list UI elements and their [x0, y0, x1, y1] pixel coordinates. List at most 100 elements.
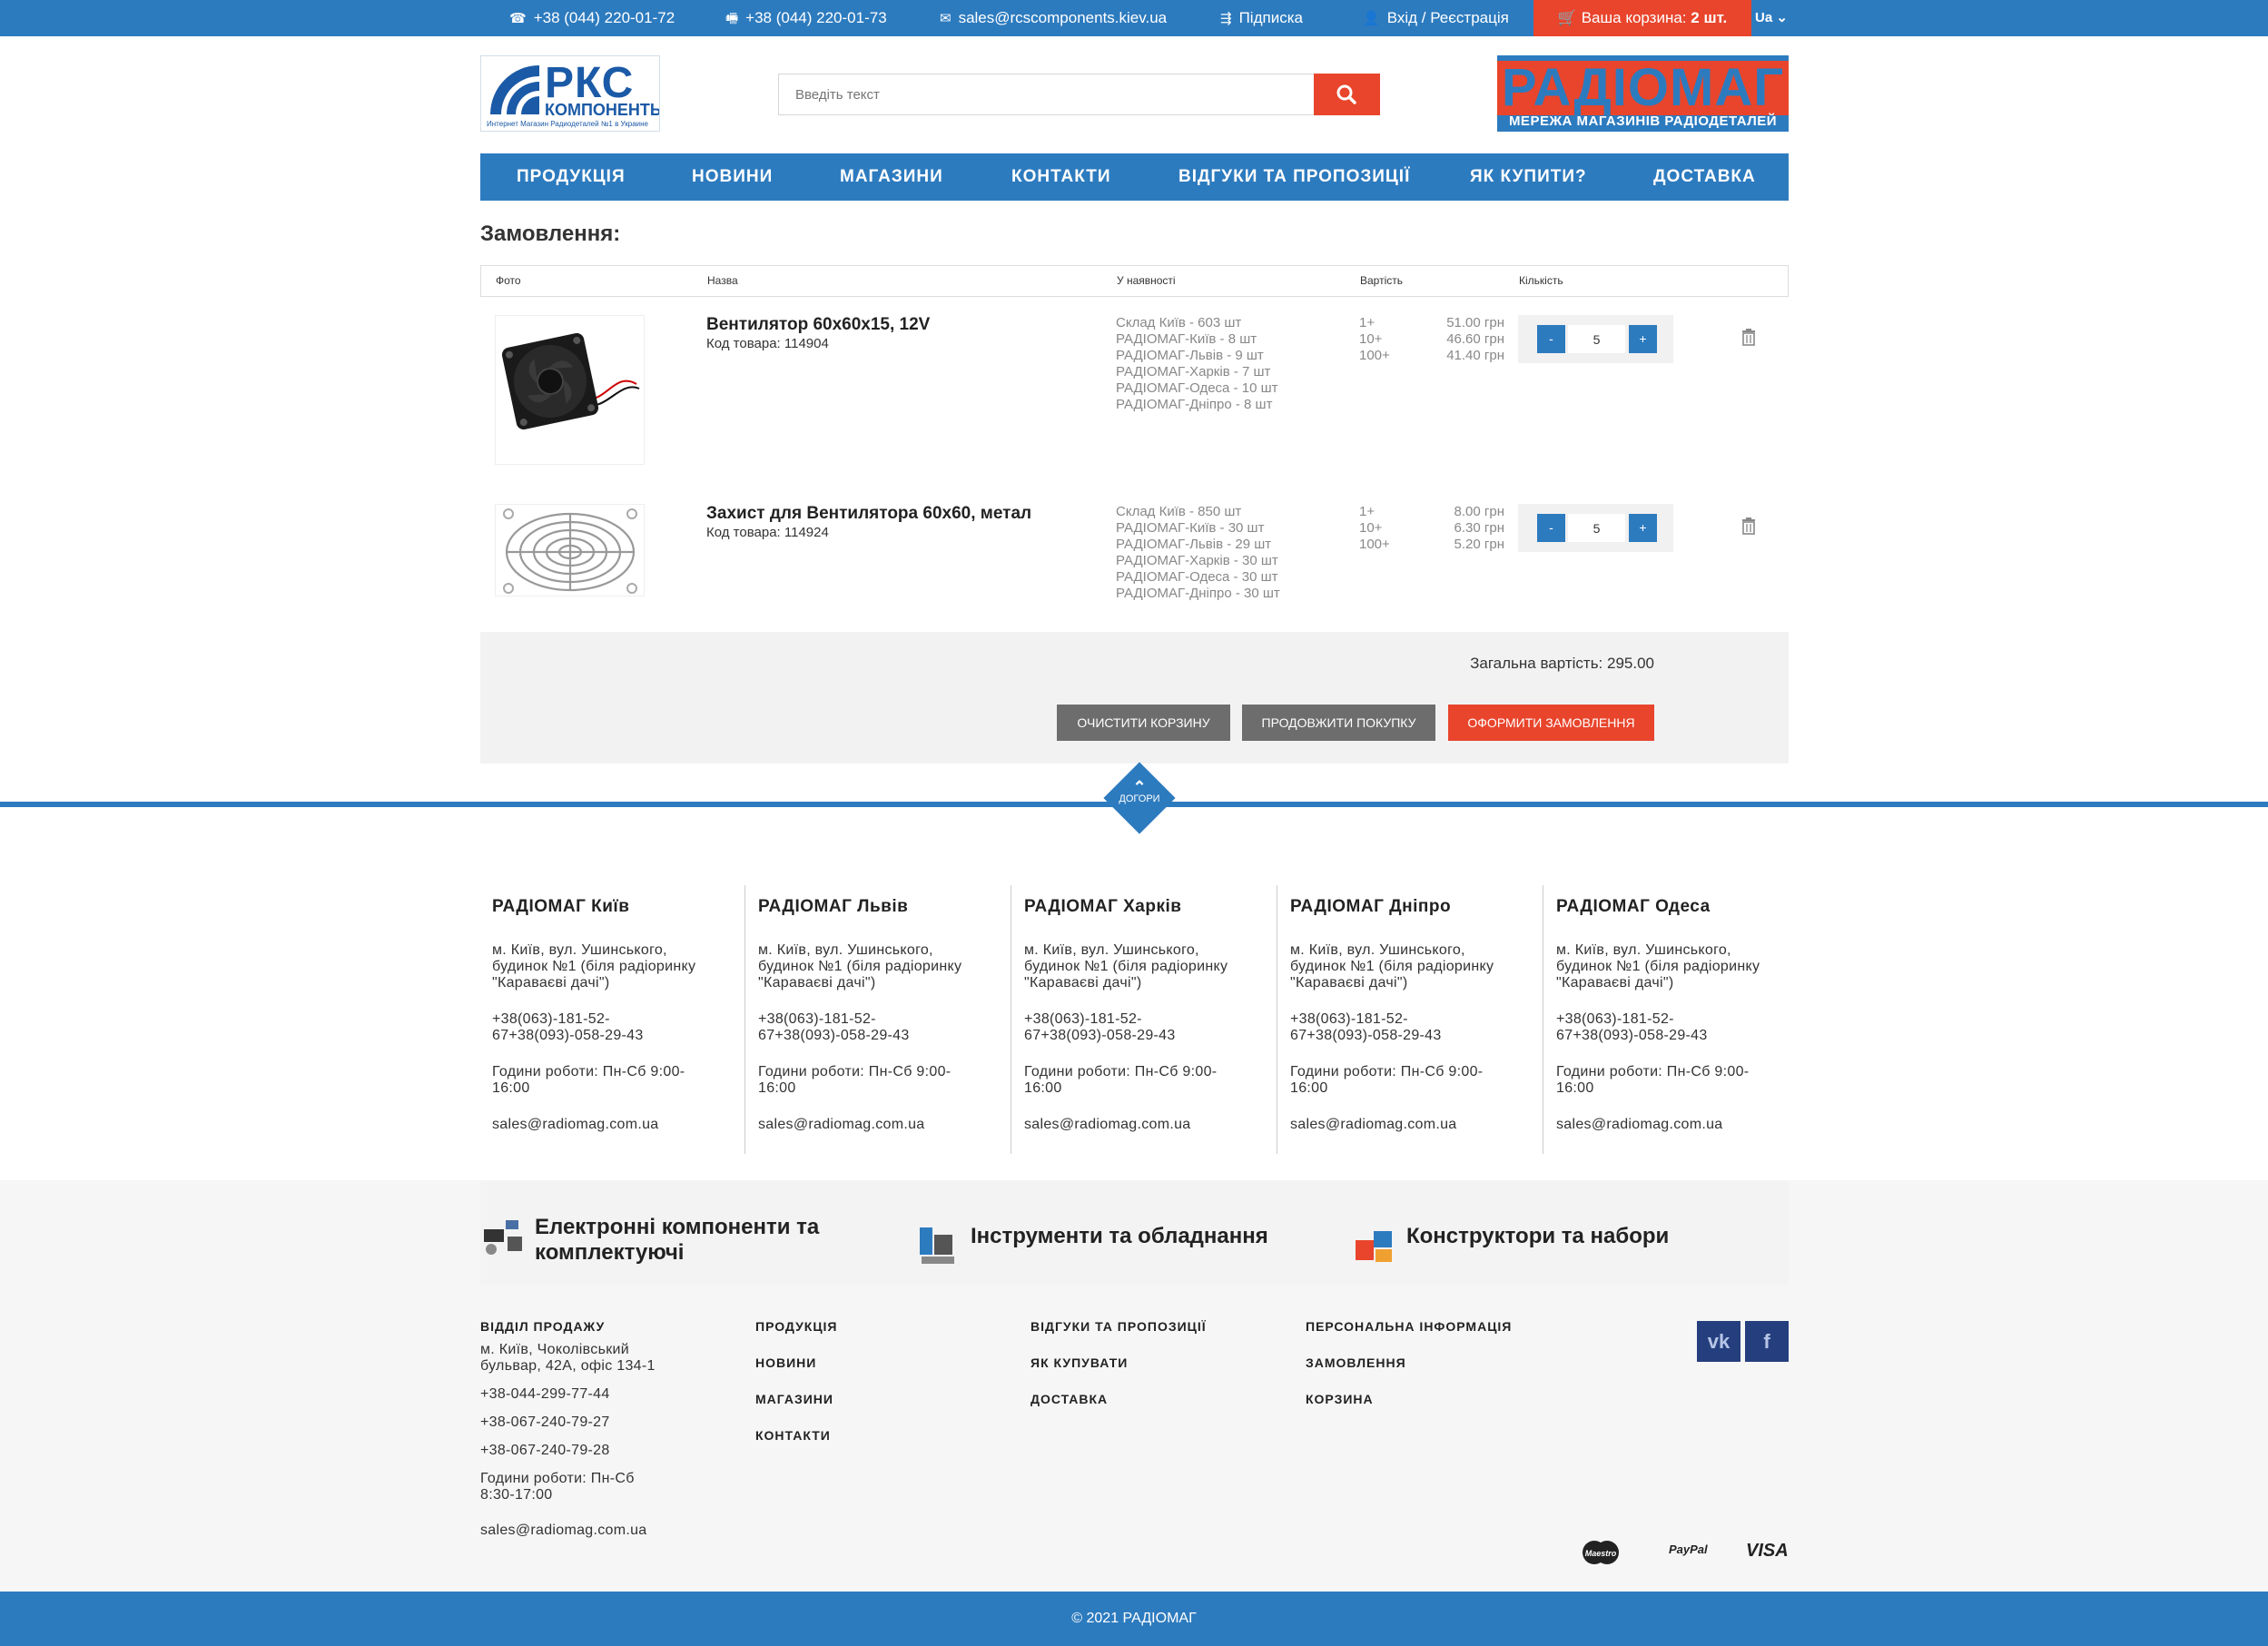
footer-phone[interactable]: +38-067-240-79-27 [480, 1414, 680, 1431]
footer-link-delivery[interactable]: ДОСТАВКА [1030, 1391, 1207, 1427]
price-list: 1+ 51.00 грн 10+ 46.60 грн 100+ 41.40 грн [1359, 315, 1504, 364]
email-link[interactable]: ✉ sales@rcscomponents.kiev.ua [940, 0, 1167, 36]
branch-card: РАДІОМАГ Дніпро м. Київ, вул. Ушинського… [1278, 885, 1543, 1154]
branch-phones[interactable]: +38(063)-181-52-67+38(093)-058-29-43 [1290, 1011, 1508, 1044]
footer-column-4: ПЕРСОНАЛЬНА ІНФОРМАЦІЯ ЗАМОВЛЕННЯ КОРЗИН… [1306, 1318, 1512, 1427]
main-nav: ПРОДУКЦІЯ НОВИНИ МАГАЗИНИ КОНТАКТИ ВІДГУ… [480, 153, 1789, 201]
footer-link-personal-info[interactable]: ПЕРСОНАЛЬНА ІНФОРМАЦІЯ [1306, 1318, 1512, 1355]
price-tier: 1+ 51.00 грн [1359, 315, 1504, 331]
cart-button[interactable]: 🛒 Ваша корзина: 2 шт. [1533, 0, 1751, 36]
search-input[interactable] [779, 74, 1315, 114]
footer-link-news[interactable]: НОВИНИ [755, 1355, 838, 1391]
copyright-bar: © 2021 РАДІОМАГ [0, 1592, 2268, 1646]
continue-shopping-button[interactable]: ПРОДОВЖИТИ ПОКУПКУ [1242, 705, 1435, 741]
price-list: 1+ 8.00 грн 10+ 6.30 грн 100+ 5.20 грн [1359, 504, 1504, 553]
qty-decrease-button[interactable]: - [1537, 514, 1565, 542]
visa-icon: VISA [1746, 1541, 1789, 1561]
price-tier-value: 46.60 грн [1446, 331, 1504, 347]
nav-item-reviews[interactable]: ВІДГУКИ ТА ПРОПОЗИЦІЇ [1178, 153, 1410, 201]
footer-link-reviews[interactable]: ВІДГУКИ ТА ПРОПОЗИЦІЇ [1030, 1318, 1207, 1355]
nav-item-shops[interactable]: МАГАЗИНИ [840, 153, 943, 201]
envelope-icon: ✉ [940, 11, 952, 26]
price-tier-value: 6.30 грн [1454, 520, 1504, 536]
quantity-stepper: - + [1518, 315, 1673, 363]
phone-icon: ☎ [509, 11, 527, 26]
footer-link-orders[interactable]: ЗАМОВЛЕННЯ [1306, 1355, 1512, 1391]
facebook-icon[interactable]: f [1745, 1321, 1789, 1362]
clear-cart-button[interactable]: ОЧИСТИТИ КОРЗИНУ [1057, 705, 1230, 741]
trash-icon[interactable] [1740, 328, 1757, 346]
category-strip: Електронні компоненти та комплектуючі Інс… [480, 1180, 1789, 1285]
col-name: Назва [707, 274, 738, 287]
nav-item-delivery[interactable]: ДОСТАВКА [1653, 153, 1756, 201]
nav-item-how-to-buy[interactable]: ЯК КУПИТИ? [1470, 153, 1587, 201]
footer-link-how-to-buy[interactable]: ЯК КУПУВАТИ [1030, 1355, 1207, 1391]
price-tier: 1+ 8.00 грн [1359, 504, 1504, 520]
footer-phone[interactable]: +38-044-299-77-44 [480, 1386, 680, 1403]
qty-input[interactable] [1568, 325, 1625, 353]
order-table-header: Фото Назва У наявності Вартість Кількіст… [480, 265, 1789, 297]
maestro-logo: Maestro [1583, 1541, 1619, 1564]
scroll-up-label[interactable]: ⌃ ДОГОРИ [1098, 779, 1181, 805]
qty-increase-button[interactable]: + [1629, 514, 1657, 542]
footer-email[interactable]: sales@radiomag.com.ua [480, 1523, 680, 1539]
product-image-fan[interactable] [495, 315, 645, 465]
branch-phones[interactable]: +38(063)-181-52-67+38(093)-058-29-43 [492, 1011, 710, 1044]
price-tier-value: 51.00 грн [1446, 315, 1504, 330]
qty-increase-button[interactable]: + [1629, 325, 1657, 353]
product-name[interactable]: Захист для Вентилятора 60х60, метал [706, 504, 1031, 524]
stock-line: РАДІОМАГ-Одеса - 10 шт [1116, 380, 1278, 396]
branch-email[interactable]: sales@radiomag.com.ua [1556, 1117, 1774, 1133]
qty-decrease-button[interactable]: - [1537, 325, 1565, 353]
fan-guard-image [496, 505, 644, 596]
price-tier: 100+ 5.20 грн [1359, 537, 1504, 553]
footer-link-cart[interactable]: КОРЗИНА [1306, 1391, 1512, 1427]
branch-email[interactable]: sales@radiomag.com.ua [1290, 1117, 1508, 1133]
branch-phones[interactable]: +38(063)-181-52-67+38(093)-058-29-43 [1024, 1011, 1242, 1044]
branch-email[interactable]: sales@radiomag.com.ua [492, 1117, 710, 1133]
radiomag-logo[interactable]: РАДІОМАГ МЕРЕЖА МАГАЗИНІВ РАДІОДЕТАЛЕЙ [1497, 55, 1789, 132]
maestro-text: Maestro [1585, 1549, 1617, 1558]
branches-list: РАДІОМАГ Київ м. Київ, вул. Ушинського, … [480, 885, 1789, 1154]
price-tier-value: 5.20 грн [1454, 537, 1504, 552]
branch-phones[interactable]: +38(063)-181-52-67+38(093)-058-29-43 [758, 1011, 976, 1044]
footer-link-shops[interactable]: МАГАЗИНИ [755, 1391, 838, 1427]
category-title-line: комплектуючі [535, 1240, 685, 1265]
nav-item-contacts[interactable]: КОНТАКТИ [1011, 153, 1111, 201]
stock-line: РАДІОМАГ-Львів - 29 шт [1116, 537, 1272, 552]
footer-phone[interactable]: +38-067-240-79-28 [480, 1443, 680, 1459]
nav-item-news[interactable]: НОВИНИ [692, 153, 773, 201]
rks-logo[interactable]: РКС КОМПОНЕНТЫ Интернет Магазин Радиодет… [480, 55, 660, 132]
branch-address: м. Київ, вул. Ушинського, будинок №1 (бі… [492, 942, 696, 991]
radiomag-logo-title: РАДІОМАГ [1497, 61, 1789, 115]
product-name[interactable]: Вентилятор 60х60х15, 12V [706, 315, 930, 335]
components-icon [484, 1220, 522, 1255]
login-link[interactable]: 👤 Вхід / Реєстрація [1363, 0, 1509, 36]
subscribe-link[interactable]: ⇶ Підписка [1220, 0, 1303, 36]
category-title: Конструктори та набори [1406, 1224, 1670, 1248]
footer-link-contacts[interactable]: КОНТАКТИ [755, 1427, 838, 1464]
qty-input[interactable] [1568, 514, 1625, 542]
product-image-guard[interactable] [495, 504, 645, 596]
search-button[interactable] [1314, 74, 1380, 115]
nav-item-products[interactable]: ПРОДУКЦІЯ [517, 153, 626, 201]
branch-hours: Години роботи: Пн-Сб 9:00-16:00 [758, 1064, 952, 1096]
footer-link-products[interactable]: ПРОДУКЦІЯ [755, 1318, 838, 1355]
branch-hours: Години роботи: Пн-Сб 9:00-16:00 [1290, 1064, 1484, 1096]
rks-logo-tagline: Интернет Магазин Радиодеталей №1 в Украи… [487, 120, 649, 128]
phone-link-1[interactable]: ☎ +38 (044) 220-01-72 [509, 0, 675, 36]
branch-email[interactable]: sales@radiomag.com.ua [1024, 1117, 1242, 1133]
trash-icon[interactable] [1740, 517, 1757, 535]
price-tier-value: 41.40 грн [1446, 348, 1504, 363]
branch-card: РАДІОМАГ Київ м. Київ, вул. Ушинського, … [480, 885, 745, 1154]
vk-icon[interactable]: vk [1697, 1321, 1740, 1362]
price-tier-qty: 10+ [1359, 520, 1383, 536]
branch-phones[interactable]: +38(063)-181-52-67+38(093)-058-29-43 [1556, 1011, 1774, 1044]
language-select[interactable]: Ua ⌄ [1755, 0, 1788, 36]
phone-link-2[interactable]: 🖷 +38 (044) 220-01-73 [725, 0, 887, 36]
stock-line: Склад Київ - 850 шт [1116, 504, 1242, 519]
branch-hours: Години роботи: Пн-Сб 9:00-16:00 [492, 1064, 685, 1096]
branch-email[interactable]: sales@radiomag.com.ua [758, 1117, 976, 1133]
checkout-button[interactable]: ОФОРМИТИ ЗАМОВЛЕННЯ [1448, 705, 1654, 741]
top-bar: ☎ +38 (044) 220-01-72 🖷 +38 (044) 220-01-7… [0, 0, 2268, 36]
